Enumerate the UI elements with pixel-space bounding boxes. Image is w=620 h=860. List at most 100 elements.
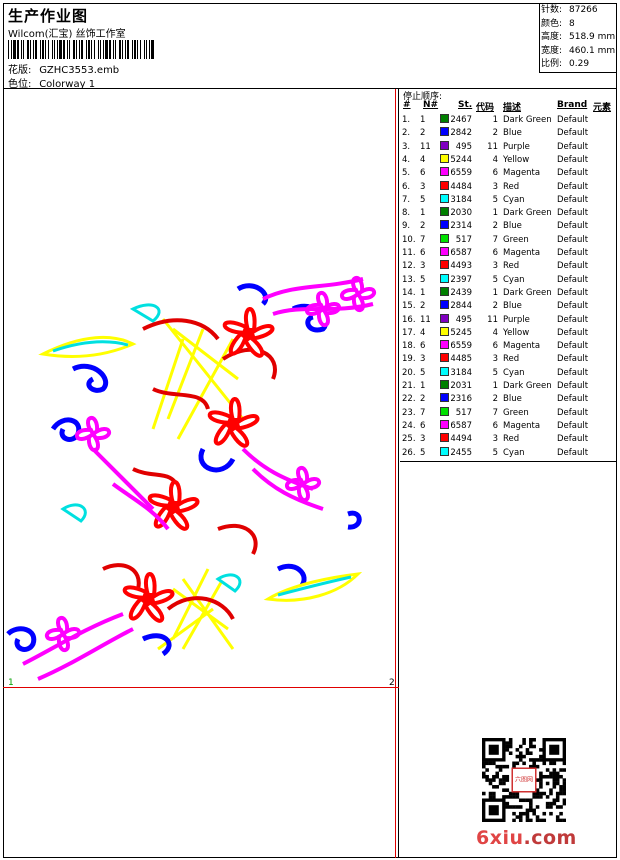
qr-module [542,818,547,822]
barcode-bar [109,40,111,59]
qr-module [559,805,563,809]
row-description: Cyan [503,274,525,285]
qr-module [542,811,547,816]
stat-width: 宽度: 460.1 mm [541,45,616,56]
qr-module [505,801,510,806]
qr-module [539,781,543,786]
row-description: Yellow [503,154,530,165]
row-description: Blue [503,301,522,312]
row-stitches: 2316 [450,394,472,405]
barcode-bar [52,40,53,59]
thread-color-swatch [440,167,449,177]
row-index: 4. [402,154,411,165]
barcode-bar [67,40,68,59]
row-needle: 7 [420,234,426,245]
qr-finder [549,744,560,755]
stop-sequence-row: 14. 1 2439 1 Dark Green Default [400,286,617,300]
qr-module [488,781,493,786]
barcode-bar [144,40,145,59]
qr-module [562,798,566,803]
row-description: Red [503,434,520,445]
qr-finder [488,744,499,755]
qr-module [545,805,550,809]
thread-color-swatch [440,446,449,456]
row-brand: Default [557,261,589,272]
thread-color-swatch [440,153,449,163]
qr-module [562,761,566,766]
qr-module [539,778,543,782]
qr-module [512,805,516,809]
row-description: Red [503,181,520,192]
stop-sequence-row: 2. 2 2842 2 Blue Default [400,127,617,140]
row-stitches: 2031 [450,381,472,391]
stop-sequence-row: 20. 5 3184 5 Cyan Default [400,366,617,380]
qr-module [559,768,563,772]
stop-sequence-row: 10. 7 517 7 Green Default [400,233,617,247]
row-index: 6. [402,181,411,192]
row-needle: 5 [420,274,426,285]
qr-module [488,795,493,799]
qr-module [492,778,496,782]
qr-module [545,774,550,779]
qr-module [539,748,543,752]
barcode-bar [21,40,22,59]
qr-module [508,795,513,799]
row-description: Blue [503,394,522,405]
qr-module [512,795,516,799]
row-needle: 5 [420,367,426,378]
stats-box: 针数: 87266 颜色: 8 高度: 518.9 mm 宽度: 460.1 mm 比例… [539,3,617,73]
row-needle: 4 [420,327,426,338]
design-area: 1 2 [3,89,399,858]
thread-color-swatch [440,380,449,389]
hoop-guide-vertical [395,89,396,858]
qr-module [515,805,520,809]
barcode-bar [134,40,136,59]
qr-module [545,795,550,799]
qr-module [495,771,499,776]
barcode-bar [132,40,133,59]
qr-module [522,738,526,742]
qr-module [525,798,530,803]
row-index: 19. [402,354,416,365]
row-code: 4 [492,327,498,338]
row-stitches: 2467 [450,115,472,125]
qr-module [555,818,560,822]
row-needle: 6 [420,248,426,258]
row-code: 6 [492,168,498,179]
qr-module [555,781,560,786]
row-stitches: 6587 [450,248,472,258]
qr-module [529,808,533,813]
row-stitches: 517 [455,234,472,245]
row-code: 5 [492,367,498,378]
stop-sequence-row: 21. 1 2031 1 Dark Green Default [400,380,617,393]
stop-sequence-row: 11. 6 6587 6 Magenta Default [400,247,617,260]
row-needle: 3 [420,261,426,272]
header-element: 元素 [593,103,612,113]
qr-module [532,758,536,762]
barcode-bar [81,40,83,59]
qr-module [492,795,496,799]
qr-module [539,785,543,789]
row-index: 10. [402,234,416,245]
row-code: 3 [492,434,498,445]
watermark-logo: 6xiu.com [476,827,577,849]
qr-module [559,811,563,816]
row-code: 6 [492,248,498,258]
thread-color-swatch [440,300,449,310]
qr-module [515,815,520,819]
qr-module [559,818,563,822]
row-code: 4 [492,154,498,165]
header-description: 描述 [503,103,522,113]
barcode-bar [33,40,34,59]
barcode-bar [105,40,108,59]
qr-module [539,795,543,799]
row-brand: Default [557,381,589,391]
hoop-guide-horizontal [3,687,399,688]
row-needle: 5 [420,194,426,205]
row-stitches: 4485 [450,354,472,365]
row-stitches: 2844 [450,301,472,312]
qr-module [539,758,543,762]
qr-seal-text: 六图网 [515,776,533,784]
row-stitches: 3184 [450,367,472,378]
embroidery-design-image [6,275,377,681]
